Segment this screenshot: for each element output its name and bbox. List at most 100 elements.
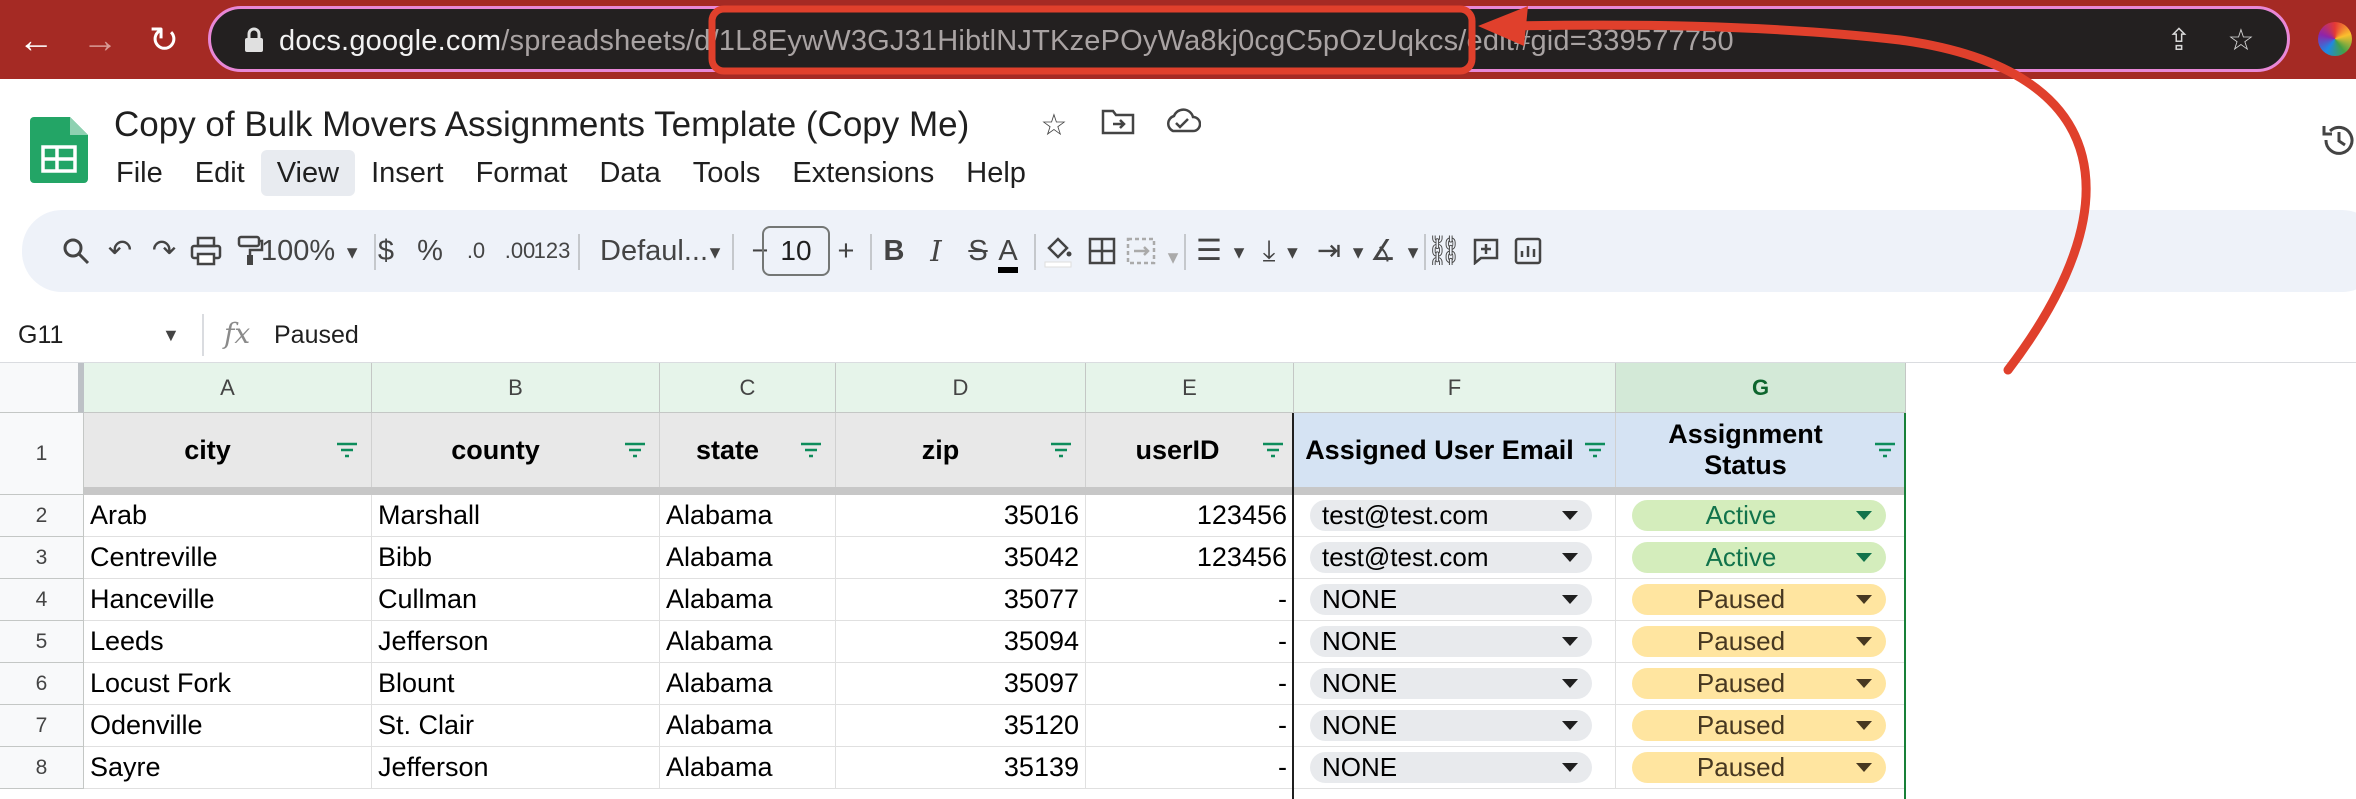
column-header-a[interactable]: A — [84, 363, 372, 413]
frozen-row-divider[interactable] — [84, 487, 1906, 495]
cell-city[interactable]: Hanceville — [84, 579, 372, 621]
column-header-f[interactable]: F — [1294, 363, 1616, 413]
status-dropdown-chip[interactable]: Active — [1632, 500, 1886, 531]
header-cell-city[interactable]: city — [84, 413, 372, 487]
dropdown-arrow-icon[interactable] — [1562, 511, 1578, 520]
chevron-down-icon[interactable]: ▼ — [162, 318, 180, 352]
filter-icon[interactable] — [799, 441, 823, 459]
dropdown-arrow-icon[interactable] — [1856, 637, 1872, 646]
cell-assigned-user-email[interactable]: NONE — [1294, 579, 1616, 621]
email-dropdown-chip[interactable]: NONE — [1310, 626, 1592, 657]
cell-county[interactable]: Jefferson — [372, 621, 660, 663]
currency-format-button[interactable]: $ — [366, 227, 406, 275]
cell-zip[interactable]: 35042 — [836, 537, 1086, 579]
cell-userid[interactable]: - — [1086, 621, 1294, 663]
cell-state[interactable]: Alabama — [660, 621, 836, 663]
email-dropdown-chip[interactable]: NONE — [1310, 668, 1592, 699]
font-size-input[interactable]: 10 — [762, 226, 830, 276]
cell-city[interactable]: Leeds — [84, 621, 372, 663]
row-header[interactable]: 4 — [0, 579, 84, 621]
horizontal-align-icon[interactable]: ☰ ▼ — [1192, 227, 1252, 275]
cell-city[interactable]: Odenville — [84, 705, 372, 747]
status-dropdown-chip[interactable]: Paused — [1632, 626, 1886, 657]
insert-link-icon[interactable]: ⛓ — [1424, 227, 1464, 275]
cell-userid[interactable]: - — [1086, 705, 1294, 747]
undo-icon[interactable]: ↶ — [100, 227, 140, 275]
text-color-button[interactable]: A — [988, 227, 1028, 275]
cell-city[interactable]: Centreville — [84, 537, 372, 579]
cell-zip[interactable]: 35120 — [836, 705, 1086, 747]
cell-zip[interactable]: 35077 — [836, 579, 1086, 621]
redo-icon[interactable]: ↷ — [144, 227, 184, 275]
cell-city[interactable]: Arab — [84, 495, 372, 537]
cell-county[interactable]: Blount — [372, 663, 660, 705]
insert-comment-icon[interactable] — [1466, 227, 1506, 275]
row-header[interactable]: 6 — [0, 663, 84, 705]
document-title[interactable]: Copy of Bulk Movers Assignments Template… — [114, 103, 969, 147]
italic-button[interactable]: I — [916, 227, 956, 275]
extension-icon[interactable] — [2318, 22, 2352, 56]
cell-zip[interactable]: 35094 — [836, 621, 1086, 663]
dropdown-arrow-icon[interactable] — [1562, 553, 1578, 562]
cell-zip[interactable]: 35097 — [836, 663, 1086, 705]
cell-userid[interactable]: - — [1086, 579, 1294, 621]
email-dropdown-chip[interactable]: test@test.com — [1310, 500, 1592, 531]
merge-cells-icon[interactable]: ▼ — [1126, 227, 1182, 275]
url-text[interactable]: docs.google.com/spreadsheets/d/1L8EywW3G… — [279, 23, 1734, 59]
cell-assigned-user-email[interactable]: NONE — [1294, 621, 1616, 663]
percent-format-button[interactable]: % — [410, 227, 450, 275]
cell-county[interactable]: Jefferson — [372, 747, 660, 789]
filter-icon[interactable] — [623, 441, 647, 459]
status-dropdown-chip[interactable]: Paused — [1632, 752, 1886, 783]
dropdown-arrow-icon[interactable] — [1562, 679, 1578, 688]
header-cell-zip[interactable]: zip — [836, 413, 1086, 487]
cell-assigned-user-email[interactable]: test@test.com — [1294, 537, 1616, 579]
email-dropdown-chip[interactable]: test@test.com — [1310, 542, 1592, 573]
cell-state[interactable]: Alabama — [660, 495, 836, 537]
cell-zip[interactable]: 35139 — [836, 747, 1086, 789]
column-header-b[interactable]: B — [372, 363, 660, 413]
filter-icon[interactable] — [1261, 441, 1285, 459]
more-formats-button[interactable]: 123 — [530, 227, 574, 275]
dropdown-arrow-icon[interactable] — [1562, 763, 1578, 772]
cell-state[interactable]: Alabama — [660, 663, 836, 705]
cell-city[interactable]: Sayre — [84, 747, 372, 789]
cell-assignment-status[interactable]: Paused — [1616, 705, 1906, 747]
dropdown-arrow-icon[interactable] — [1562, 595, 1578, 604]
bold-button[interactable]: B — [874, 227, 914, 275]
header-cell-assigned-user-email[interactable]: Assigned User Email — [1294, 413, 1616, 487]
cell-state[interactable]: Alabama — [660, 579, 836, 621]
cell-assignment-status[interactable]: Paused — [1616, 747, 1906, 789]
cell-assigned-user-email[interactable]: NONE — [1294, 663, 1616, 705]
status-dropdown-chip[interactable]: Paused — [1632, 584, 1886, 615]
status-dropdown-chip[interactable]: Active — [1632, 542, 1886, 573]
header-cell-userid[interactable]: userID — [1086, 413, 1294, 487]
status-dropdown-chip[interactable]: Paused — [1632, 668, 1886, 699]
bookmark-star-icon[interactable]: ☆ — [2223, 23, 2259, 59]
row-header[interactable]: 2 — [0, 495, 84, 537]
chevron-down-icon[interactable]: ▼ — [700, 227, 730, 275]
dropdown-arrow-icon[interactable] — [1856, 511, 1872, 520]
row-header[interactable]: 8 — [0, 747, 84, 789]
font-select[interactable]: Defaul... — [594, 227, 714, 275]
menu-help[interactable]: Help — [950, 150, 1042, 196]
name-box[interactable]: G11 — [18, 318, 63, 352]
row-header[interactable]: 3 — [0, 537, 84, 579]
cell-userid[interactable]: - — [1086, 663, 1294, 705]
search-icon[interactable] — [56, 227, 96, 275]
cell-userid[interactable]: - — [1086, 747, 1294, 789]
status-dropdown-chip[interactable]: Paused — [1632, 710, 1886, 741]
column-header-c[interactable]: C — [660, 363, 836, 413]
fill-color-icon[interactable] — [1038, 227, 1078, 275]
forward-arrow-icon[interactable]: → — [78, 18, 122, 62]
cell-zip[interactable]: 35016 — [836, 495, 1086, 537]
cell-assignment-status[interactable]: Active — [1616, 495, 1906, 537]
cell-userid[interactable]: 123456 — [1086, 537, 1294, 579]
back-arrow-icon[interactable]: ← — [14, 18, 58, 62]
row-header[interactable]: 7 — [0, 705, 84, 747]
menu-format[interactable]: Format — [460, 150, 584, 196]
email-dropdown-chip[interactable]: NONE — [1310, 752, 1592, 783]
filter-icon[interactable] — [1873, 441, 1897, 459]
version-history-icon[interactable] — [2318, 120, 2356, 164]
cell-assigned-user-email[interactable]: NONE — [1294, 747, 1616, 789]
